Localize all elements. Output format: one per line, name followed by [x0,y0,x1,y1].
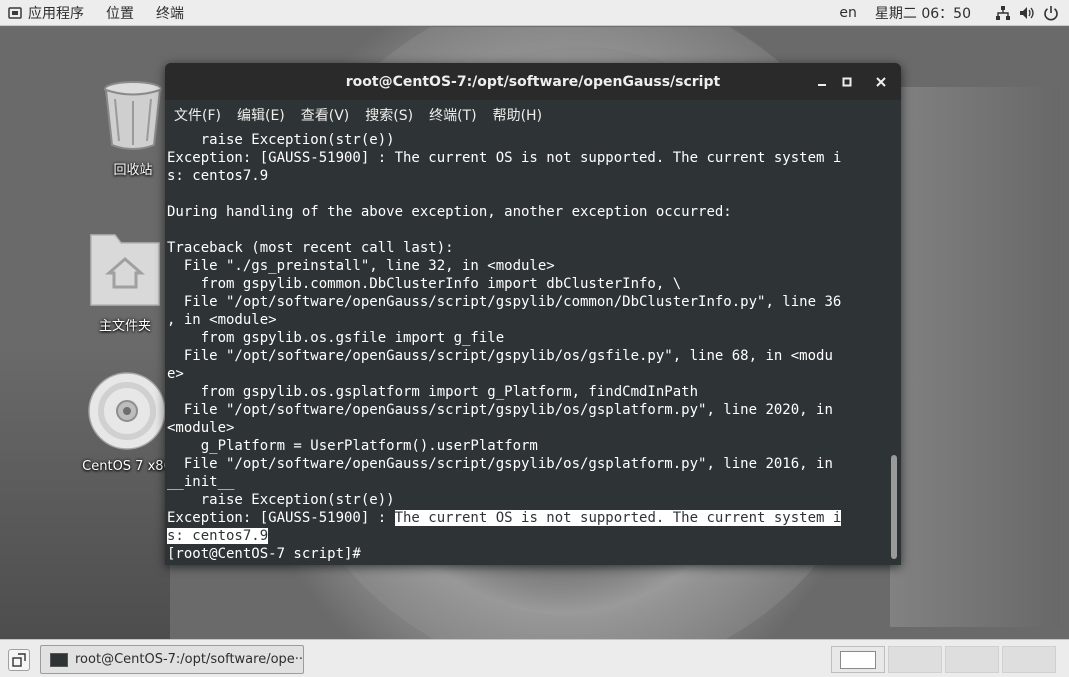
disc-icon [88,372,166,450]
maximize-button[interactable] [836,71,858,93]
menu-help[interactable]: 帮助(H) [493,105,542,125]
selected-text: The current OS is not supported. The cur… [394,510,842,526]
output-line: from gspylib.os.gsfile import g_file [167,330,505,346]
workspace-3[interactable] [945,646,999,673]
scrollbar-thumb[interactable] [891,455,897,559]
wallpaper-shade [890,87,1060,627]
output-line-exception: Exception: [GAUSS-51900] : The current O… [167,509,889,527]
exception-prefix: Exception: [GAUSS-51900] : [167,510,395,526]
applications-menu[interactable]: 应用程序 [8,0,84,26]
places-menu[interactable]: 位置 [106,0,134,26]
taskbar-terminal-label: root@CentOS-7:/opt/software/ope··· [75,652,304,667]
output-line: , in <module> [167,312,277,328]
desktop-icon-home[interactable]: 主文件夹 [70,223,180,334]
terminal-menubar: 文件(F) 编辑(E) 查看(V) 搜索(S) 终端(T) 帮助(H) [165,100,901,129]
applications-icon [8,7,22,19]
output-line: Traceback (most recent call last): [167,240,454,256]
output-line: File "/opt/software/openGauss/script/gsp… [167,402,833,418]
network-icon[interactable] [991,0,1015,26]
output-line: from gspylib.common.DbClusterInfo import… [167,276,682,292]
volume-icon[interactable] [1015,0,1039,26]
menu-search[interactable]: 搜索(S) [365,105,413,125]
clock[interactable]: 星期二 06：50 [875,3,971,23]
output-line: File "/opt/software/openGauss/script/gsp… [167,456,833,472]
output-line: During handling of the above exception, … [167,204,732,220]
window-title: root@CentOS-7:/opt/software/openGauss/sc… [345,73,721,90]
terminal-output[interactable]: raise Exception(str(e)) Exception: [GAUS… [165,129,889,565]
output-line: <module> [167,420,235,436]
places-label: 位置 [106,6,134,22]
taskbar-terminal-button[interactable]: root@CentOS-7:/opt/software/ope··· [40,645,304,674]
output-line: raise Exception(str(e)) [167,132,395,148]
output-line: s: centos7.9 [167,168,269,184]
input-language-indicator[interactable]: en [839,5,857,21]
minimize-icon [818,84,826,86]
shell-prompt[interactable]: [root@CentOS-7 script]# [167,545,889,563]
close-button[interactable] [870,71,892,93]
menu-file[interactable]: 文件(F) [174,105,221,125]
output-line: from gspylib.os.gsplatform import g_Plat… [167,384,699,400]
workspace-2[interactable] [888,646,942,673]
terminal-window[interactable]: root@CentOS-7:/opt/software/openGauss/sc… [165,63,901,565]
applications-label: 应用程序 [28,6,84,22]
selected-text-cont: s: centos7.9 [167,528,269,544]
show-desktop-button[interactable] [8,649,30,671]
output-line: File "/opt/software/openGauss/script/gsp… [167,294,842,310]
terminal-app-menu[interactable]: 终端 [156,0,184,26]
output-line: raise Exception(str(e)) [167,492,395,508]
terminal-task-icon [50,652,68,667]
menu-view[interactable]: 查看(V) [301,105,350,125]
menu-edit[interactable]: 编辑(E) [237,105,285,125]
maximize-icon [842,77,852,87]
top-bar: 应用程序 位置 终端 en 星期二 06：50 [0,0,1069,26]
terminal-app-label: 终端 [156,6,184,22]
output-line: e> [167,366,184,382]
power-icon[interactable] [1039,0,1063,26]
minimize-button[interactable] [811,71,833,93]
output-line-exception-cont: s: centos7.9 [167,527,889,545]
output-line: g_Platform = UserPlatform().userPlatform [167,438,538,454]
output-line: File "./gs_preinstall", line 32, in <mod… [167,258,555,274]
output-line: Exception: [GAUSS-51900] : The current O… [167,150,842,166]
show-desktop-icon [12,653,26,667]
terminal-titlebar[interactable]: root@CentOS-7:/opt/software/openGauss/sc… [165,63,901,100]
close-icon [876,77,886,87]
bottom-panel: root@CentOS-7:/opt/software/ope··· [0,639,1069,677]
output-line: File "/opt/software/openGauss/script/gsp… [167,348,833,364]
output-line: __init__ [167,474,235,490]
workspace-1[interactable] [831,646,885,673]
home-folder-label: 主文件夹 [98,319,151,334]
home-folder-icon [90,234,160,306]
menu-terminal[interactable]: 终端(T) [429,105,476,125]
trash-icon [104,81,162,150]
workspace-4[interactable] [1002,646,1056,673]
workspace-window-thumb [840,651,876,669]
terminal-scrollbar[interactable] [889,129,897,565]
